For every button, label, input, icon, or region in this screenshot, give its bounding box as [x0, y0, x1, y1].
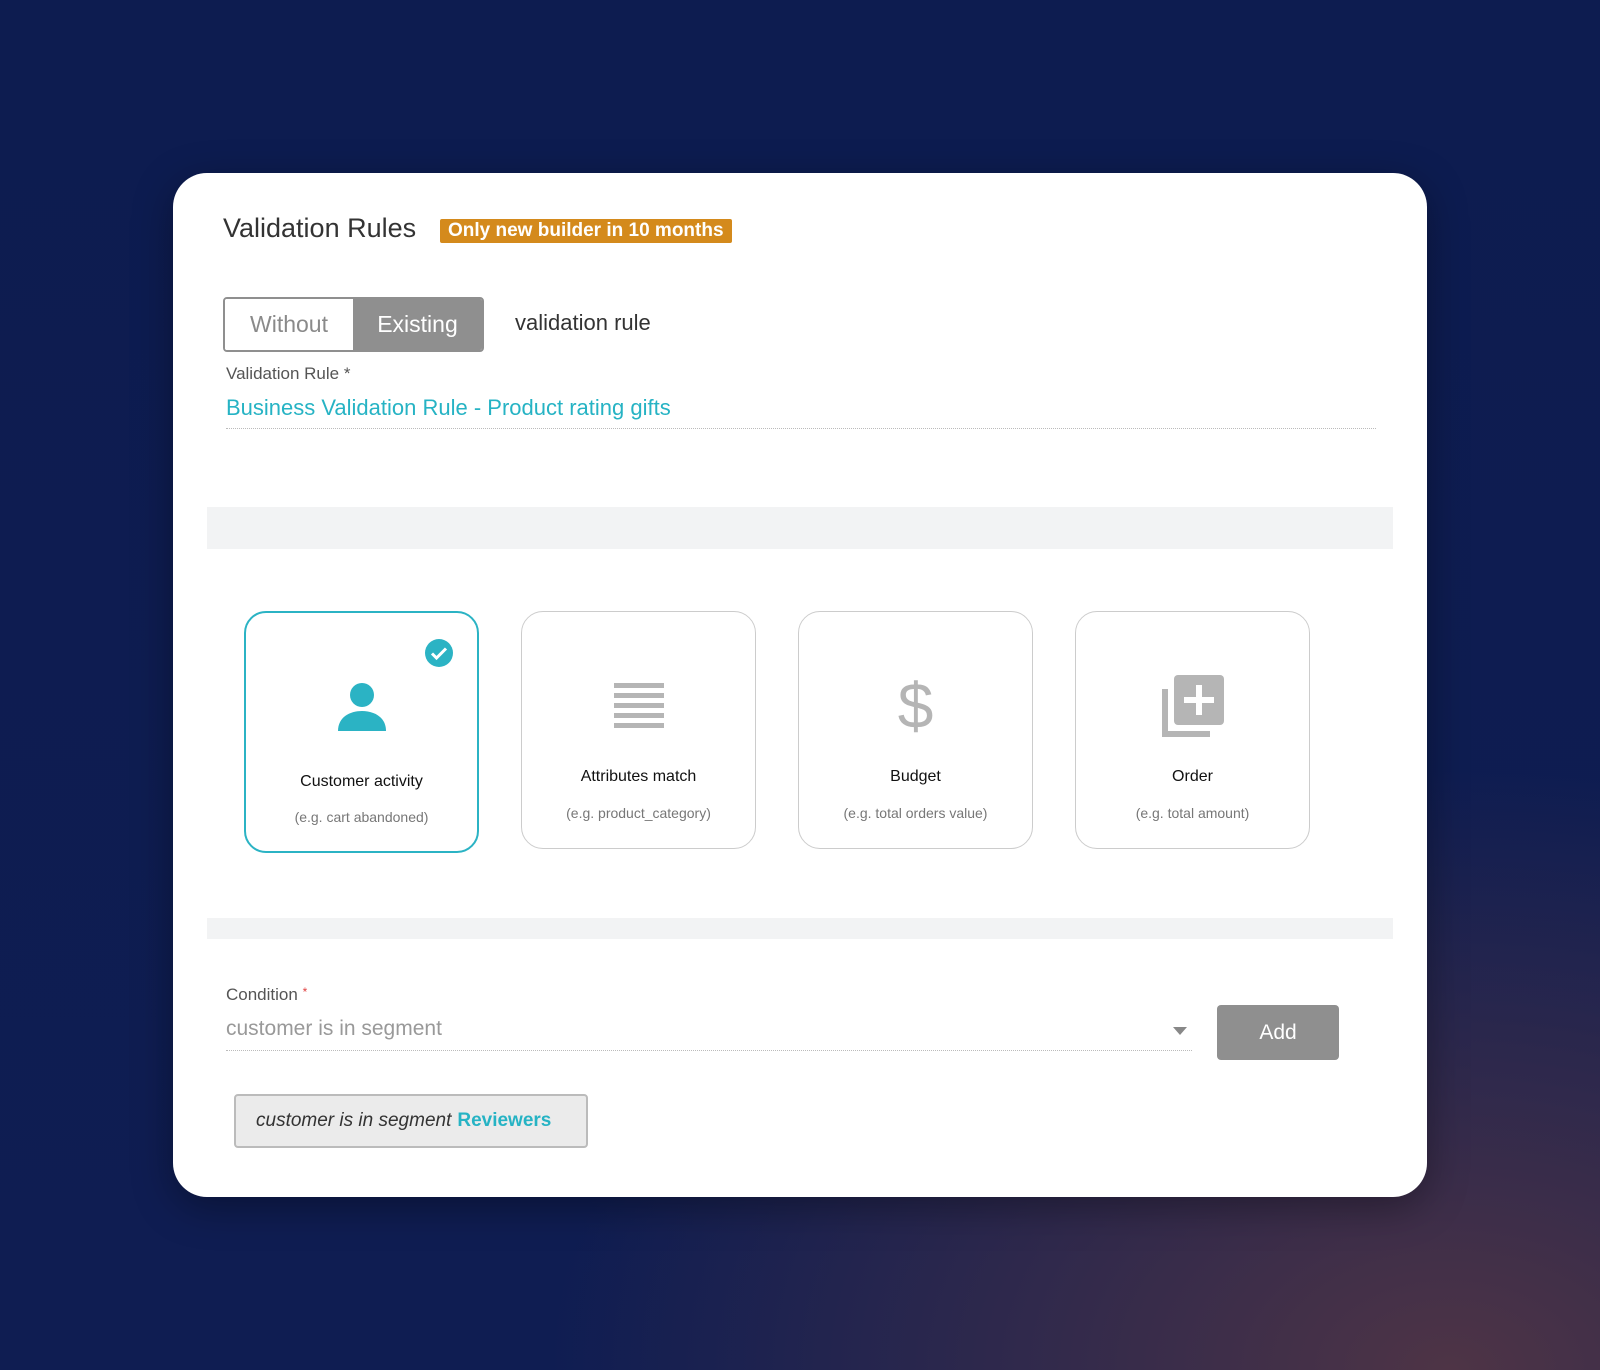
toggle-suffix-label: validation rule: [515, 310, 651, 335]
notice-badge: Only new builder in 10 months: [440, 219, 732, 243]
label-text: Condition: [226, 985, 298, 1004]
condition-label: Condition *: [226, 985, 307, 1005]
add-to-library-icon: [1076, 674, 1309, 738]
field-underline: [226, 428, 1376, 429]
validation-rule-label: Validation Rule *: [226, 364, 350, 384]
option-hint: (e.g. product_category): [566, 805, 711, 821]
option-budget[interactable]: $ Budget (e.g. total orders value): [798, 611, 1033, 849]
toggle-without[interactable]: Without: [225, 299, 353, 350]
page-title: Validation Rules: [223, 213, 417, 243]
label-text: Validation Rule: [226, 364, 340, 383]
option-name: Budget: [890, 768, 941, 785]
required-mark: *: [343, 364, 351, 383]
option-name: Customer activity: [300, 773, 423, 790]
option-customer-activity[interactable]: Customer activity (e.g. cart abandoned): [244, 611, 479, 853]
validation-rule-select[interactable]: Business Validation Rule - Product ratin…: [226, 395, 671, 421]
chip-text: customer is in segment: [256, 1110, 452, 1131]
field-underline: [226, 1050, 1192, 1051]
option-hint: (e.g. total orders value): [843, 805, 988, 821]
option-hint: (e.g. cart abandoned): [294, 809, 429, 825]
condition-select[interactable]: customer is in segment: [226, 1017, 442, 1041]
section-divider: [207, 918, 1393, 939]
chevron-down-icon[interactable]: [1173, 1027, 1187, 1035]
option-attributes-match[interactable]: Attributes match (e.g. product_category): [521, 611, 756, 849]
rule-mode-toggle: Without Existing: [223, 297, 484, 352]
section-divider: [207, 507, 1393, 549]
list-icon: [522, 674, 755, 738]
option-hint: (e.g. total amount): [1135, 805, 1250, 821]
option-order[interactable]: Order (e.g. total amount): [1075, 611, 1310, 849]
person-icon: [246, 675, 477, 739]
dollar-icon: $: [897, 670, 934, 742]
check-circle-icon: [425, 639, 453, 667]
validation-rules-card: Validation Rules Only new builder in 10 …: [173, 173, 1427, 1197]
condition-chip[interactable]: customer is in segment Reviewers: [234, 1094, 588, 1148]
add-condition-button[interactable]: Add: [1217, 1005, 1339, 1060]
toggle-existing[interactable]: Existing: [353, 299, 482, 350]
required-mark: *: [302, 985, 308, 999]
option-name: Order: [1172, 768, 1213, 785]
chip-segment: Reviewers: [457, 1110, 552, 1131]
option-name: Attributes match: [580, 768, 697, 785]
